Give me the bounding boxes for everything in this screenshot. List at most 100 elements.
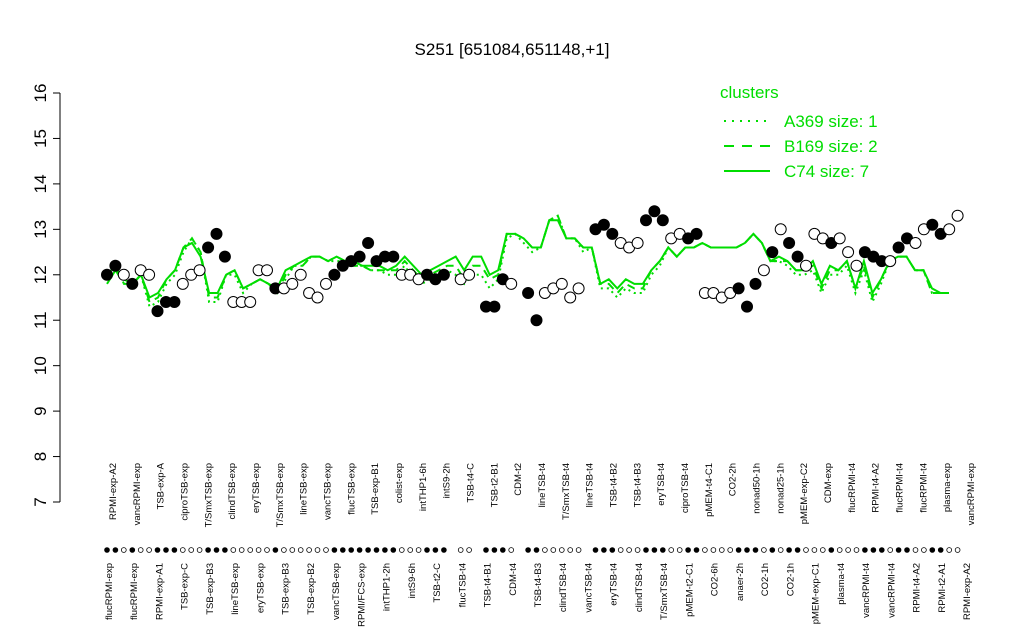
x-tick-label-bottom: flucRPMI-exp	[104, 563, 115, 620]
data-point-open	[564, 291, 577, 304]
x-tick-label-bottom: CDM-t4	[508, 563, 519, 596]
x-tick-label-top: TSB-exp-B1	[370, 463, 381, 515]
x-tick-label-bottom: plasma-t4	[836, 563, 847, 605]
data-point-open	[884, 255, 897, 268]
x-tick-label-top: CDM-t2	[513, 463, 524, 496]
x-tick-label-top: TSB-t4-B2	[609, 463, 620, 507]
rug-mark	[390, 547, 397, 553]
rug-mark	[365, 547, 371, 553]
rug-mark	[424, 547, 430, 553]
chart: S251 [651084,651148,+1] 7 8 9 10 11 12 13 14 15 1…	[31, 40, 977, 627]
data-point-filled	[328, 268, 341, 281]
x-tick-label-bottom: TSB-t4-B1	[483, 563, 494, 607]
chart-title: S251 [651084,651148,+1]	[415, 40, 610, 59]
rug-mark	[289, 547, 296, 553]
rug-mark	[803, 547, 809, 553]
data-point-filled	[126, 277, 139, 290]
rug-mark	[819, 547, 826, 553]
x-tick-label-bottom: lineTSB-exp	[230, 563, 241, 615]
data-point-open	[943, 223, 956, 236]
y-tick-label: 15	[31, 129, 50, 148]
rug-mark	[306, 547, 312, 553]
data-point-open	[117, 268, 130, 281]
data-point-filled	[640, 214, 652, 227]
x-tick-label-top: nonad50-1h	[752, 463, 763, 514]
rug-mark	[196, 547, 203, 553]
rug-mark	[735, 547, 742, 553]
data-point-open	[757, 264, 770, 277]
data-point-filled	[766, 246, 779, 259]
rug-mark	[222, 547, 228, 553]
x-tick-label-top: intTHP1-6h	[418, 463, 429, 511]
rug-mark	[491, 547, 498, 553]
data-point-filled	[151, 305, 164, 318]
data-point-open	[294, 268, 307, 281]
x-tick-label-top: TSB-exp-A	[156, 462, 167, 509]
rug-mark	[272, 547, 279, 553]
data-point-open	[774, 223, 787, 236]
x-tick-label-top: plasma-exp	[942, 463, 953, 512]
x-tick-label-top: T/SmxTSB-exp	[203, 463, 214, 527]
x-tick-label-top: pMEM-exp-C2	[799, 463, 810, 524]
x-tick-label-bottom: RPMI-exp-A2	[962, 563, 973, 620]
x-tick-label-bottom: TSB-exp-B3	[205, 563, 216, 615]
rug-mark	[466, 547, 472, 553]
rug-mark	[643, 547, 649, 553]
rug-mark	[609, 547, 616, 553]
rug-mark	[718, 547, 725, 553]
rug-mark	[744, 547, 750, 553]
x-tick-label-bottom: T/SmxTSB-t4	[659, 563, 670, 620]
x-tick-label-top: flucRPMI-t4	[918, 463, 929, 513]
y-tick-label: 11	[31, 311, 50, 329]
x-tick-label-top: eryTSB-t4	[656, 463, 667, 506]
rug-mark	[592, 547, 599, 553]
x-tick-label-bottom: vancTSB-t4	[584, 563, 595, 613]
rug-mark	[853, 547, 860, 553]
x-tick-label-bottom: pMEM-t2-C1	[684, 563, 695, 617]
rug-mark	[550, 547, 557, 553]
data-point-filled	[109, 259, 122, 272]
x-tick-label-top: nonad25-1h	[775, 463, 786, 514]
data-point-filled	[783, 237, 796, 249]
x-tick-label-top: eryTSB-exp	[251, 463, 262, 513]
x-tick-label-top: T/SmxTSB-exp	[275, 463, 286, 527]
x-tick-label-top: T/SmxTSB-t4	[561, 463, 572, 520]
data-point-filled	[749, 277, 762, 290]
x-tick-label-bottom: RPMI/FCS-exp	[356, 563, 367, 627]
x-tick-label-bottom: eryTSB-t4	[609, 563, 620, 606]
data-point-open	[463, 268, 476, 281]
x-tick-label-top: vancRPMI-exp	[132, 463, 143, 525]
rug-mark	[373, 547, 380, 553]
x-tick-label-top: colist-exp	[394, 463, 405, 503]
rug-mark	[323, 547, 329, 553]
rug-mark	[937, 547, 944, 553]
x-tick-label-bottom: flucTSB-t4	[457, 563, 468, 607]
x-tick-label-top: flucRPMI-t4	[895, 463, 906, 513]
legend-label-c74: C74 size: 7	[784, 162, 869, 181]
rug-mark	[752, 547, 759, 553]
y-tick-label: 16	[31, 84, 50, 103]
x-tick-label-bottom: vancTSB-exp	[331, 563, 342, 620]
rug-mark	[929, 547, 936, 553]
rug-mark	[601, 547, 607, 553]
rug-mark	[255, 547, 262, 553]
data-point-filled	[362, 237, 375, 249]
x-tick-label-bottom: clindTSB-t4	[634, 563, 645, 612]
rug-mark	[904, 547, 910, 553]
x-tick-label-top: pMEM-t4-C1	[704, 463, 715, 517]
rug-mark	[710, 547, 717, 553]
rug-mark	[878, 547, 885, 553]
data-point-open	[842, 246, 855, 259]
rug-mark	[693, 547, 700, 553]
x-tick-label-bottom: clindTSB-t4	[558, 563, 569, 612]
rug-mark	[264, 547, 270, 553]
rug-mark	[508, 547, 515, 553]
rug-mark	[348, 547, 355, 553]
x-tick-label-top: TSB-t4-C	[466, 463, 477, 503]
data-point-filled	[218, 250, 231, 263]
data-point-open	[320, 277, 332, 290]
rug-mark	[382, 547, 388, 553]
y-tick-label: 14	[31, 174, 50, 193]
data-point-open	[951, 209, 964, 222]
rug-mark	[205, 547, 211, 553]
